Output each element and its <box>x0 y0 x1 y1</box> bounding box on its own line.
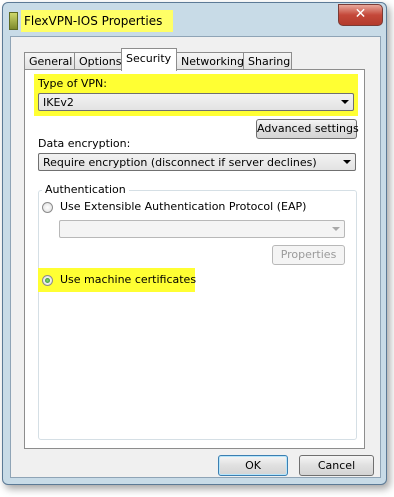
data-encryption-label: Data encryption: <box>38 137 131 150</box>
eap-properties-button[interactable]: Properties <box>272 245 345 265</box>
vpn-type-select[interactable]: IKEv2 <box>38 93 354 111</box>
tab-options[interactable]: Options <box>74 52 122 70</box>
close-icon: ✕ <box>354 6 367 22</box>
data-encryption-select[interactable]: Require encryption (disconnect if server… <box>38 153 356 171</box>
tab-general[interactable]: General <box>24 52 75 70</box>
tab-label: Sharing <box>248 55 291 68</box>
security-tab-page: Type of VPN: IKEv2 Advanced settings Dat… <box>24 69 365 449</box>
chevron-down-icon <box>343 160 351 164</box>
machine-cert-label[interactable]: Use machine certificates <box>60 273 196 286</box>
tab-sharing[interactable]: Sharing <box>243 52 292 70</box>
eap-radio[interactable] <box>42 202 53 213</box>
tab-security[interactable]: Security <box>121 48 177 71</box>
close-button[interactable]: ✕ <box>338 4 383 26</box>
authentication-group-label: Authentication <box>42 183 129 196</box>
title-bar[interactable]: FlexVPN-IOS Properties ✕ <box>3 3 386 35</box>
properties-window: FlexVPN-IOS Properties ✕ General Options… <box>2 2 387 485</box>
tab-networking[interactable]: Networking <box>176 52 244 70</box>
tab-label: Networking <box>181 55 244 68</box>
ok-button[interactable]: OK <box>218 455 288 476</box>
chevron-down-icon <box>332 227 340 231</box>
eap-method-select[interactable] <box>59 220 345 238</box>
tab-label: Security <box>126 52 172 65</box>
advanced-settings-button[interactable]: Advanced settings <box>256 119 359 139</box>
machine-cert-radio[interactable] <box>42 275 53 286</box>
dialog-client-area: General Options Security Networking Shar… <box>10 36 381 478</box>
vpn-type-label: Type of VPN: <box>38 77 107 90</box>
eap-option-label[interactable]: Use Extensible Authentication Protocol (… <box>60 200 306 213</box>
data-encryption-value: Require encryption (disconnect if server… <box>43 156 317 169</box>
chevron-down-icon <box>341 100 349 104</box>
cancel-button[interactable]: Cancel <box>299 455 374 476</box>
tab-label: General <box>29 55 73 68</box>
vpn-type-value: IKEv2 <box>43 96 74 109</box>
tab-label: Options <box>79 55 122 68</box>
window-title: FlexVPN-IOS Properties <box>24 14 163 28</box>
vpn-connection-icon <box>9 12 18 30</box>
